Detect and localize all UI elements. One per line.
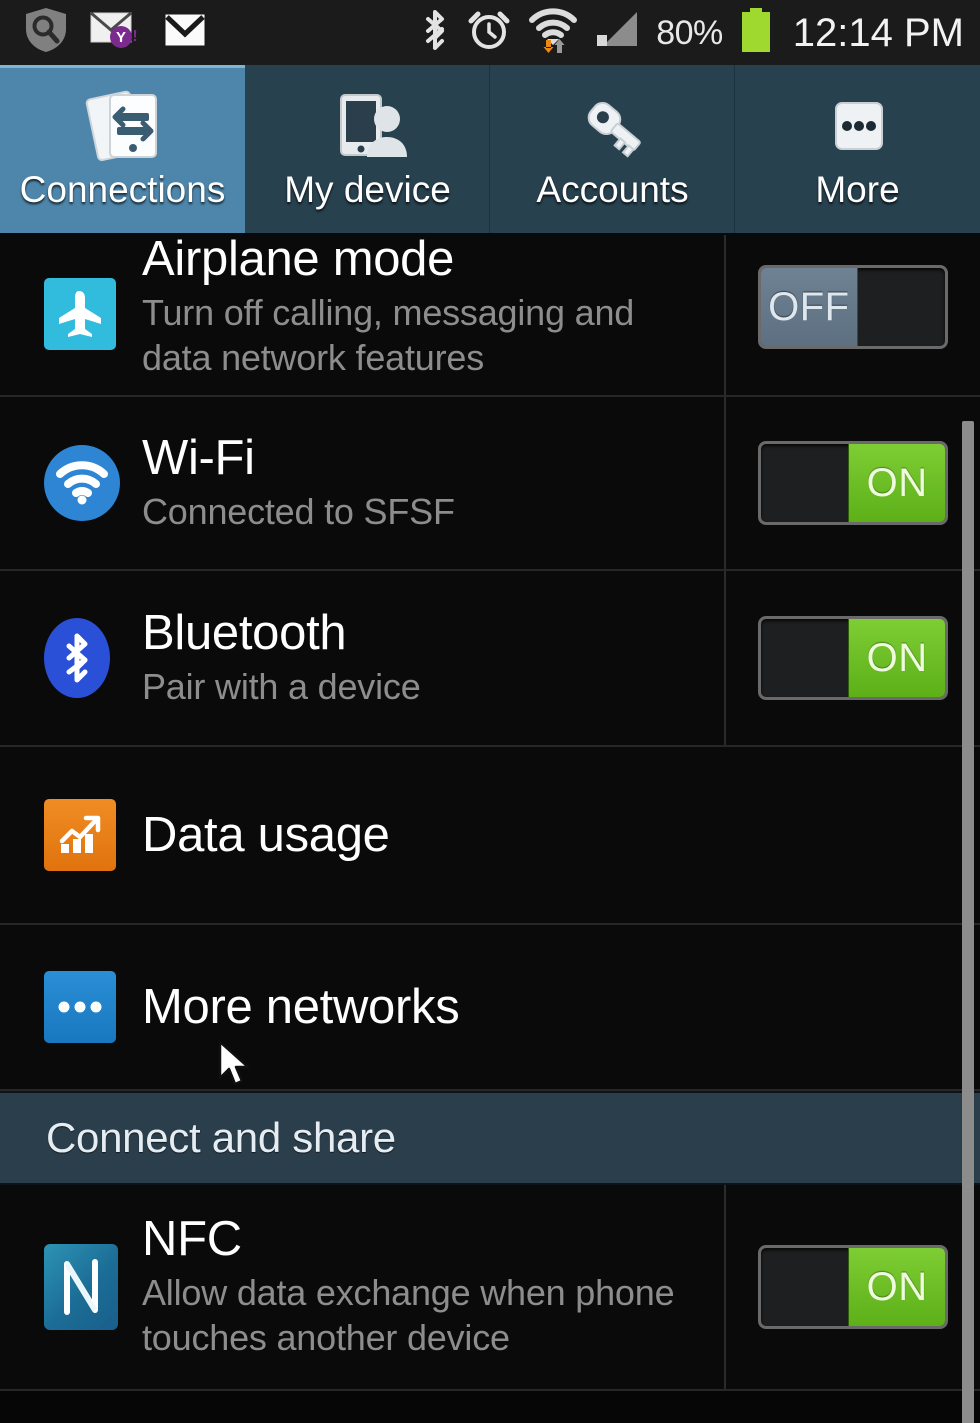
wifi-subtitle: Connected to SFSF [142,490,455,532]
wifi-icon-cell [44,445,142,521]
tab-more[interactable]: More [735,65,980,233]
nfc-toggle-label: ON [848,1248,945,1326]
bluetooth-title: Bluetooth [142,605,347,660]
data-usage-icon-cell [44,799,142,871]
tab-my-device-label: My device [284,168,451,210]
setting-row-bluetooth[interactable]: Bluetooth Pair with a device ON [0,571,980,747]
airplane-mode-text: Airplane mode Turn off calling, messagin… [142,235,724,381]
nfc-title: NFC [142,1212,242,1267]
tab-connections[interactable]: Connections [0,65,245,233]
setting-row-data-usage[interactable]: Data usage [0,747,980,925]
tab-connections-label: Connections [19,168,226,210]
bluetooth-toggle[interactable]: ON [758,616,948,700]
airplane-icon-cell [44,264,142,350]
data-usage-icon [44,799,116,871]
setting-row-wifi[interactable]: Wi-Fi Connected to SFSF ON [0,397,980,571]
battery-percent-label: 80% [656,13,723,52]
section-header-connect-and-share: Connect and share [0,1091,980,1185]
wifi-toggle-label: ON [848,444,945,522]
airplane-mode-title: Airplane mode [142,235,455,287]
more-networks-toggle-cell [726,925,980,1089]
cellular-signal-icon [594,8,640,57]
airplane-mode-subtitle: Turn off calling, messaging and data net… [142,292,635,379]
wifi-toggle-cell[interactable]: ON [724,397,980,569]
shield-search-icon [24,7,68,58]
tab-accounts[interactable]: Accounts [490,65,735,233]
bluetooth-icon-cell [44,618,142,698]
settings-list[interactable]: Airplane mode Turn off calling, messagin… [0,235,980,1423]
gmail-icon [162,9,208,56]
data-usage-title: Data usage [142,807,390,862]
nfc-icon [44,1244,118,1330]
battery-icon [739,7,773,58]
clock-label: 12:14 PM [792,10,964,55]
setting-row-more-networks[interactable]: More networks [0,925,980,1091]
airplane-mode-toggle-label: OFF [761,268,858,346]
key-icon [570,91,656,165]
airplane-mode-toggle[interactable]: OFF [758,265,948,349]
bluetooth-toggle-label: ON [848,619,945,697]
tab-more-label: More [815,168,900,210]
nfc-toggle-cell[interactable]: ON [724,1185,980,1389]
list-scrollbar[interactable] [962,421,974,1423]
connections-icon [80,90,166,165]
tab-my-device[interactable]: My device [245,65,490,233]
bluetooth-subtitle: Pair with a device [142,665,421,707]
tab-accounts-label: Accounts [536,168,689,210]
alarm-icon [466,7,512,58]
section-header-label: Connect and share [46,1114,396,1161]
more-networks-text: More networks [142,979,726,1034]
svg-text:Y: Y [116,29,126,46]
airplane-mode-toggle-cell[interactable]: OFF [724,235,980,395]
status-bar-system-icons: 80% 12:14 PM [420,6,964,59]
android-settings-screen: Y ! 80% 12:14 PM Connections My device A… [0,0,980,1423]
setting-row-nfc[interactable]: NFC Allow data exchange when phone touch… [0,1185,980,1391]
wifi-title: Wi-Fi [142,430,255,485]
status-bar: Y ! 80% 12:14 PM [0,0,980,65]
wifi-icon [44,445,120,521]
bluetooth-toggle-cell[interactable]: ON [724,571,980,745]
my-device-icon [325,91,411,165]
more-networks-icon-cell [44,971,142,1043]
wifi-text: Wi-Fi Connected to SFSF [142,430,724,534]
status-bar-notification-icons: Y ! [24,7,208,58]
bluetooth-text: Bluetooth Pair with a device [142,605,724,709]
more-dots-icon [815,91,901,165]
bluetooth-icon [420,7,450,58]
bluetooth-icon [44,618,110,698]
more-networks-icon [44,971,116,1043]
nfc-toggle[interactable]: ON [758,1245,948,1329]
data-usage-toggle-cell [726,747,980,923]
more-networks-title: More networks [142,979,460,1034]
airplane-icon [44,278,116,350]
wifi-data-icon [528,6,578,59]
nfc-subtitle: Allow data exchange when phone touches a… [142,1272,675,1359]
data-usage-text: Data usage [142,807,726,862]
wifi-toggle[interactable]: ON [758,441,948,525]
setting-row-airplane-mode[interactable]: Airplane mode Turn off calling, messagin… [0,235,980,397]
nfc-text: NFC Allow data exchange when phone touch… [142,1213,724,1361]
settings-tab-bar: Connections My device Accounts More [0,65,980,235]
nfc-icon-cell [44,1244,142,1330]
yahoo-mail-icon: Y ! [90,8,140,57]
svg-text:!: ! [132,28,137,45]
